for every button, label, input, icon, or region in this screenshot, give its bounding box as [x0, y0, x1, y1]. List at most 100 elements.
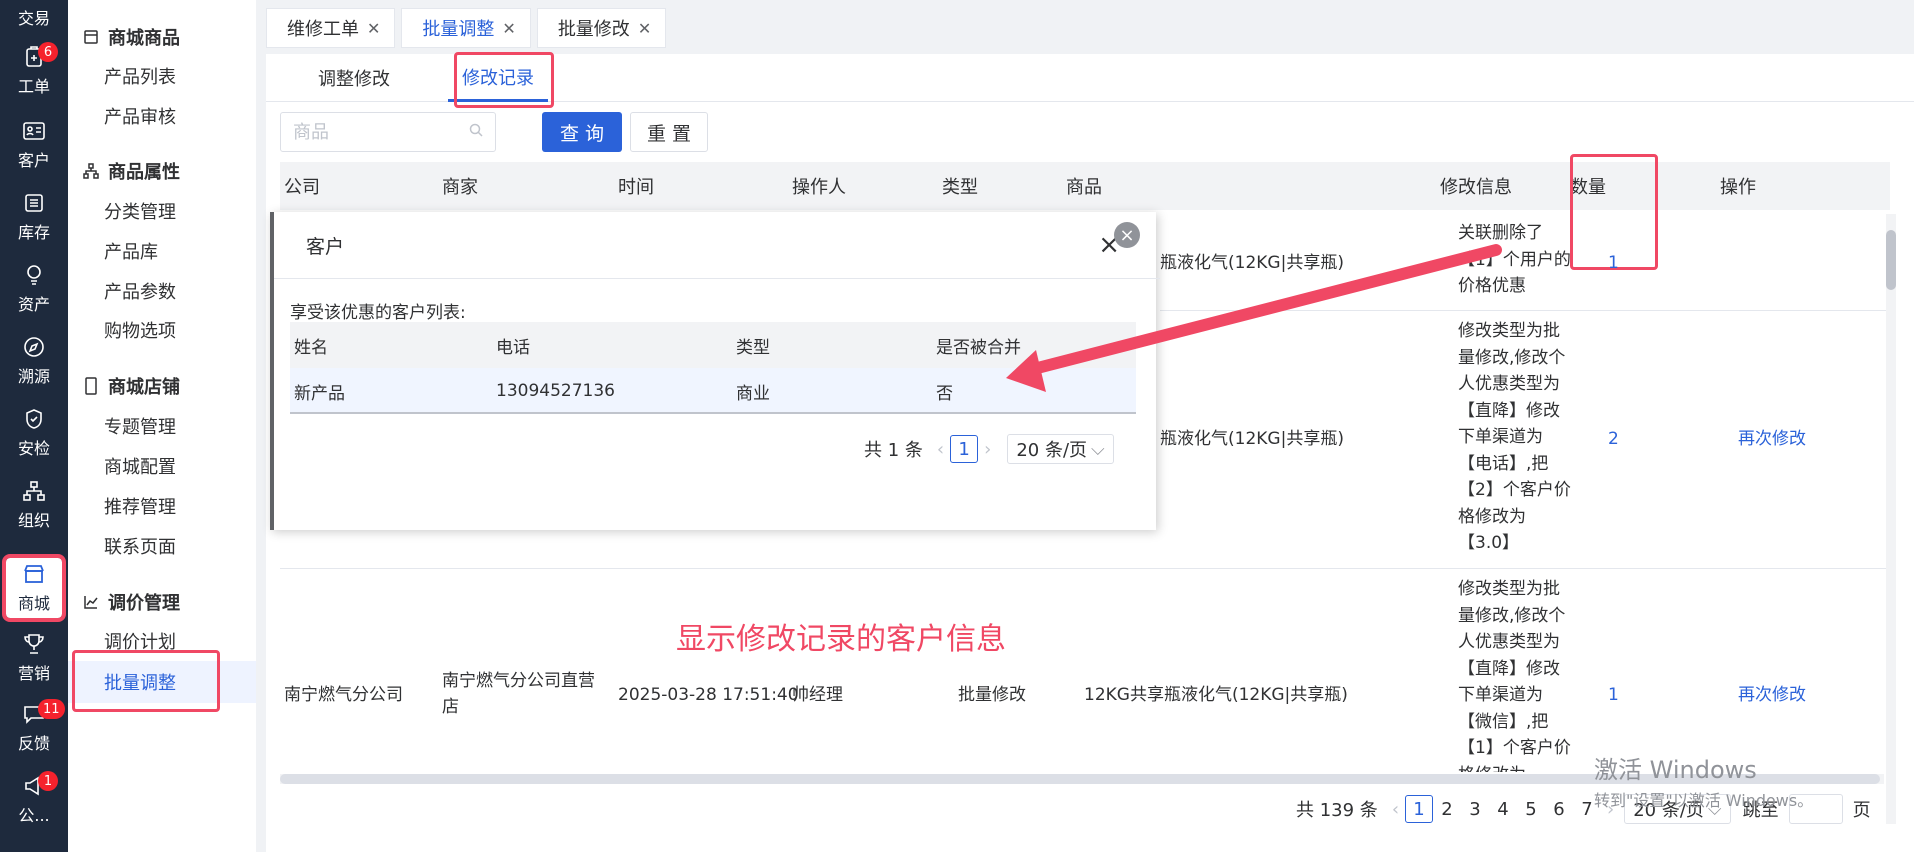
- sidebar-item-product-list[interactable]: 产品列表: [68, 57, 256, 95]
- rail-item-safety[interactable]: 安检: [0, 400, 68, 466]
- phone-icon: [82, 377, 100, 395]
- rail-item-trace[interactable]: 溯源: [0, 328, 68, 394]
- sidebar-group-product-attributes[interactable]: 商品属性: [82, 158, 180, 184]
- page-2[interactable]: 2: [1433, 795, 1461, 823]
- total-count: 共 139 条: [1296, 800, 1378, 821]
- sidebar-item-contact[interactable]: 联系页面: [68, 527, 256, 565]
- tab-repair-order[interactable]: 维修工单 ✕: [266, 8, 396, 48]
- sidebar-group-mall-products[interactable]: 商城商品: [82, 24, 180, 50]
- inventory-icon: [22, 191, 46, 215]
- rail-item-customer[interactable]: 客户: [0, 112, 68, 178]
- rail-label: 组织: [17, 511, 50, 530]
- sidebar-group-title: 商城店铺: [108, 377, 180, 398]
- sidebar-item-label: 产品参数: [104, 282, 176, 303]
- rail-label: 营销: [17, 664, 50, 683]
- asset-icon: [22, 263, 46, 287]
- sidebar-item-label: 调价计划: [104, 632, 176, 653]
- sidebar-item-label: 分类管理: [104, 202, 176, 223]
- tab-label: 批量修改: [557, 19, 630, 40]
- sub-sidebar: 商城商品 产品列表 产品审核 商品属性 分类管理 产品库 产品参数 购物选项 商…: [68, 0, 256, 852]
- announce-badge: 1: [38, 771, 58, 791]
- close-icon[interactable]: ✕: [638, 19, 651, 38]
- sidebar-item-label: 购物选项: [104, 321, 176, 342]
- sidebar-item-category[interactable]: 分类管理: [68, 192, 256, 230]
- sidebar-item-product-library[interactable]: 产品库: [68, 232, 256, 270]
- rail-item-asset[interactable]: 资产: [0, 256, 68, 322]
- rail-item-trade[interactable]: 交易: [0, 0, 68, 36]
- mall-icon: [22, 562, 46, 586]
- rail-item-org[interactable]: 组织: [0, 472, 68, 538]
- rail-item-workorder[interactable]: 工单 6: [0, 38, 68, 104]
- sidebar-item-topics[interactable]: 专题管理: [68, 407, 256, 445]
- sidebar-item-label: 商城配置: [104, 457, 176, 478]
- sidebar-item-label: 产品库: [104, 242, 158, 263]
- line-chart-icon: [82, 593, 100, 611]
- sidebar-item-label: 推荐管理: [104, 497, 176, 518]
- rail-label: 库存: [17, 223, 50, 242]
- rail-label: 交易: [17, 9, 50, 28]
- tab-batch-adjust[interactable]: 批量调整 ✕: [401, 8, 531, 48]
- store-icon: [82, 28, 100, 46]
- rail-label: 工单: [17, 77, 50, 96]
- activation-watermark: 激活 Windows 转到"设置"以激活 Windows。: [1594, 750, 1813, 811]
- rail-label: 资产: [17, 295, 50, 314]
- sidebar-item-recommend[interactable]: 推荐管理: [68, 487, 256, 525]
- sidebar-item-label: 产品列表: [104, 67, 176, 88]
- sidebar-group-title: 调价管理: [108, 593, 180, 614]
- chevron-left-icon[interactable]: ‹: [1392, 799, 1399, 820]
- sidebar-item-product-review[interactable]: 产品审核: [68, 97, 256, 135]
- rail-label: 反馈: [17, 734, 50, 753]
- main-content: 维修工单 ✕ 批量调整 ✕ 批量修改 ✕ 调整修改 修改记录 查 询 重 置 公司 商…: [266, 8, 1914, 852]
- rail-label: 溯源: [17, 367, 50, 386]
- sidebar-group-title: 商城商品: [108, 28, 180, 49]
- tab-batch-modify[interactable]: 批量修改 ✕: [536, 8, 667, 48]
- annotation-arrow: [1006, 244, 1502, 392]
- sidebar-item-batch-adjust[interactable]: 批量调整: [68, 661, 256, 703]
- page-suffix: 页: [1852, 800, 1871, 821]
- page-1[interactable]: 1: [1405, 795, 1434, 823]
- rail-item-marketing[interactable]: 营销: [0, 625, 68, 691]
- close-icon[interactable]: ✕: [367, 19, 380, 38]
- rail-item-feedback[interactable]: 反馈 11: [0, 695, 68, 761]
- watermark-line2: 转到"设置"以激活 Windows。: [1594, 791, 1814, 810]
- sidebar-group-price-adjust[interactable]: 调价管理: [82, 589, 180, 615]
- page-tabs: 维修工单 ✕ 批量调整 ✕ 批量修改 ✕: [266, 8, 672, 50]
- sidebar-item-label: 批量调整: [104, 673, 176, 694]
- rail-label: 公...: [18, 806, 50, 825]
- sidebar-item-mall-config[interactable]: 商城配置: [68, 447, 256, 485]
- rail-item-announce[interactable]: 公... 1: [0, 767, 68, 833]
- tab-label: 批量调整: [422, 19, 495, 40]
- sidebar-group-mall-stores[interactable]: 商城店铺: [82, 373, 180, 399]
- sidebar-item-label: 产品审核: [104, 107, 176, 128]
- tab-label: 维修工单: [287, 19, 359, 40]
- feedback-badge: 11: [38, 699, 65, 719]
- trophy-icon: [22, 632, 46, 656]
- rail-label: 安检: [17, 439, 50, 458]
- page-5[interactable]: 5: [1517, 795, 1545, 823]
- trade-icon: [22, 0, 46, 1]
- sidebar-item-label: 联系页面: [104, 537, 176, 558]
- close-icon[interactable]: ✕: [502, 19, 515, 38]
- rail-label: 客户: [17, 151, 50, 170]
- watermark-line1: 激活 Windows: [1594, 756, 1757, 784]
- hierarchy-icon: [82, 162, 100, 180]
- page-3[interactable]: 3: [1461, 795, 1489, 823]
- sidebar-group-title: 商品属性: [108, 162, 180, 183]
- customer-icon: [22, 119, 46, 143]
- trace-icon: [22, 335, 46, 359]
- org-icon: [22, 479, 46, 503]
- sidebar-item-product-params[interactable]: 产品参数: [68, 272, 256, 310]
- main-nav-rail: 交易 工单 6 客户 库存 资产 溯源 安检 组织 商城 营销 反馈 11 公.…: [0, 0, 68, 852]
- annotation-text: 显示修改记录的客户信息: [676, 622, 1006, 657]
- rail-item-inventory[interactable]: 库存: [0, 184, 68, 250]
- workorder-badge: 6: [38, 42, 58, 62]
- rail-item-mall[interactable]: 商城: [2, 554, 66, 622]
- sidebar-item-label: 专题管理: [104, 417, 176, 438]
- page-4[interactable]: 4: [1489, 795, 1517, 823]
- sidebar-item-shopping-options[interactable]: 购物选项: [68, 311, 256, 349]
- sidebar-item-price-plan[interactable]: 调价计划: [68, 622, 256, 660]
- rail-label: 商城: [17, 594, 50, 613]
- page-6[interactable]: 6: [1545, 795, 1573, 823]
- content-card: 调整修改 修改记录 查 询 重 置 公司 商家 时间 操作人 类型 商品 修改信…: [266, 52, 1914, 852]
- safety-icon: [22, 407, 46, 431]
